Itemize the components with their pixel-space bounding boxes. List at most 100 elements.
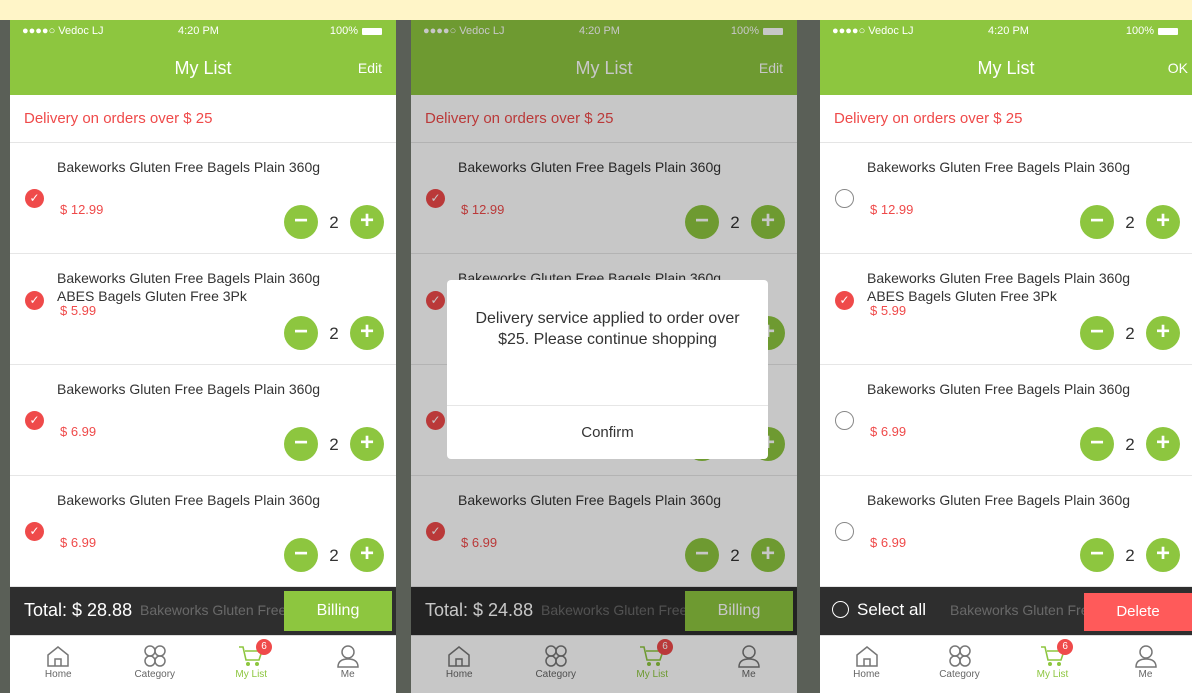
item-checkbox[interactable]: ✓ xyxy=(25,189,44,208)
item-price: $ 6.99 xyxy=(60,424,97,439)
tab-bar: Home Category 6 My List Me xyxy=(10,635,396,693)
tab-home[interactable]: Home xyxy=(820,636,913,693)
item-name: Bakeworks Gluten Free Bagels Plain 360g A… xyxy=(867,270,1131,304)
confirm-button[interactable]: Confirm xyxy=(447,405,768,459)
tab-label: Category xyxy=(939,669,980,680)
tab-my-list[interactable]: 6 My List xyxy=(203,636,300,693)
item-checkbox[interactable]: ✓ xyxy=(25,411,44,430)
item-price: $ 6.99 xyxy=(60,535,97,550)
decrease-button[interactable]: − xyxy=(284,538,318,572)
battery-icon xyxy=(1158,27,1178,35)
quantity-value: 2 xyxy=(1125,435,1135,454)
person-icon xyxy=(336,645,359,668)
list-item: Bakeworks Gluten Free Bagels Plain 360g … xyxy=(820,476,1192,587)
item-checkbox[interactable]: ✓ xyxy=(835,291,854,310)
radio-icon xyxy=(832,601,849,618)
tab-category[interactable]: Category xyxy=(107,636,204,693)
item-price: $ 5.99 xyxy=(60,303,97,318)
decrease-button[interactable]: − xyxy=(1080,427,1114,461)
battery-icon xyxy=(362,27,382,35)
quantity-stepper: − 2 + xyxy=(284,427,384,461)
item-name: Bakeworks Gluten Free Bagels Plain 360g xyxy=(867,492,1131,508)
delete-button[interactable]: Delete xyxy=(1084,593,1192,631)
home-icon xyxy=(47,646,69,667)
tab-me[interactable]: Me xyxy=(1099,636,1192,693)
page-title: My List xyxy=(174,58,232,78)
list-item: Bakeworks Gluten Free Bagels Plain 360g … xyxy=(10,365,396,476)
delivery-dialog: Delivery service applied to order over $… xyxy=(447,280,768,459)
tab-label: Home xyxy=(853,669,880,680)
item-name: Bakeworks Gluten Free Bagels Plain 360g xyxy=(57,492,321,508)
quantity-stepper: − 2 + xyxy=(1080,427,1180,461)
item-price: $ 12.99 xyxy=(60,202,104,217)
list-item: Bakeworks Gluten Free Bagels Plain 360g … xyxy=(820,365,1192,476)
item-name: Bakeworks Gluten Free Bagels Plain 360g A… xyxy=(57,270,321,304)
item-checkbox[interactable]: ✓ xyxy=(25,291,44,310)
tab-label: My List xyxy=(1036,669,1069,680)
edit-button[interactable]: Edit xyxy=(358,60,382,76)
increase-button[interactable]: + xyxy=(1146,427,1180,461)
total-label: Total: $ 28.88 xyxy=(24,600,133,620)
increase-button[interactable]: + xyxy=(350,538,384,572)
header: ●●●●○ Vedoc LJ 4:20 PM 100% My List Edit xyxy=(10,20,396,95)
item-price: $ 6.99 xyxy=(870,535,907,550)
cart-list: Bakeworks Gluten Free Bagels Plain 360g … xyxy=(10,143,396,587)
tab-label: Me xyxy=(1138,669,1153,680)
tab-label: Category xyxy=(134,669,176,680)
category-icon xyxy=(144,645,166,667)
status-bar: ●●●●○ Vedoc LJ 4:20 PM 100% xyxy=(10,25,396,41)
quantity-value: 2 xyxy=(1125,213,1135,232)
page-title: My List xyxy=(977,58,1035,78)
cart-badge: 6 xyxy=(1057,639,1074,655)
delivery-notice: Delivery on orders over $ 25 xyxy=(10,95,396,143)
cart-list: Bakeworks Gluten Free Bagels Plain 360g … xyxy=(820,143,1192,587)
checkout-bar: Bakeworks Gluten Free Bagels Total: $ 28… xyxy=(10,587,396,635)
delivery-notice: Delivery on orders over $ 25 xyxy=(820,95,1192,143)
increase-button[interactable]: + xyxy=(1146,205,1180,239)
edit-bar: Bakeworks Gluten Free Bagels Select all … xyxy=(820,587,1192,635)
quantity-stepper: − 2 + xyxy=(284,316,384,350)
billing-button[interactable]: Billing xyxy=(284,591,392,631)
tab-label: Me xyxy=(340,669,355,680)
tab-me[interactable]: Me xyxy=(300,636,397,693)
home-icon xyxy=(855,646,878,667)
item-name: Bakeworks Gluten Free Bagels Plain 360g xyxy=(57,159,321,175)
list-item: Bakeworks Gluten Free Bagels Plain 360g … xyxy=(820,143,1192,254)
select-all-toggle[interactable]: Select all xyxy=(832,600,926,620)
item-checkbox[interactable] xyxy=(835,522,854,541)
decrease-button[interactable]: − xyxy=(284,316,318,350)
screen-my-list: ●●●●○ Vedoc LJ 4:20 PM 100% My List Edit… xyxy=(10,20,396,693)
item-price: $ 6.99 xyxy=(870,424,907,439)
item-name: Bakeworks Gluten Free Bagels Plain 360g xyxy=(867,381,1131,397)
time-label: 4:20 PM xyxy=(988,25,1029,37)
increase-button[interactable]: + xyxy=(1146,538,1180,572)
decrease-button[interactable]: − xyxy=(1080,316,1114,350)
decrease-button[interactable]: − xyxy=(284,427,318,461)
tab-home[interactable]: Home xyxy=(10,636,107,693)
list-item: Bakeworks Gluten Free Bagels Plain 360g A… xyxy=(10,254,396,365)
screen-my-list-edit: ●●●●○ Vedoc LJ 4:20 PM 100% My List OK D… xyxy=(820,20,1192,693)
quantity-value: 2 xyxy=(1125,324,1135,343)
tab-label: My List xyxy=(235,669,268,680)
header: ●●●●○ Vedoc LJ 4:20 PM 100% My List OK xyxy=(820,20,1192,95)
increase-button[interactable]: + xyxy=(1146,316,1180,350)
decrease-button[interactable]: − xyxy=(1080,538,1114,572)
increase-button[interactable]: + xyxy=(350,427,384,461)
ok-button[interactable]: OK xyxy=(1168,60,1188,76)
quantity-stepper: − 2 + xyxy=(284,538,384,572)
tab-my-list[interactable]: 6 My List xyxy=(1006,636,1099,693)
decrease-button[interactable]: − xyxy=(1080,205,1114,239)
item-checkbox[interactable]: ✓ xyxy=(25,522,44,541)
quantity-value: 2 xyxy=(1125,546,1135,565)
increase-button[interactable]: + xyxy=(350,316,384,350)
tab-category[interactable]: Category xyxy=(913,636,1006,693)
quantity-stepper: − 2 + xyxy=(284,205,384,239)
person-icon xyxy=(1134,645,1157,668)
list-item: Bakeworks Gluten Free Bagels Plain 360g … xyxy=(10,476,396,587)
increase-button[interactable]: + xyxy=(350,205,384,239)
decrease-button[interactable]: − xyxy=(284,205,318,239)
tab-label: Home xyxy=(44,669,72,680)
quantity-value: 2 xyxy=(329,324,339,343)
item-checkbox[interactable] xyxy=(835,411,854,430)
item-checkbox[interactable] xyxy=(835,189,854,208)
